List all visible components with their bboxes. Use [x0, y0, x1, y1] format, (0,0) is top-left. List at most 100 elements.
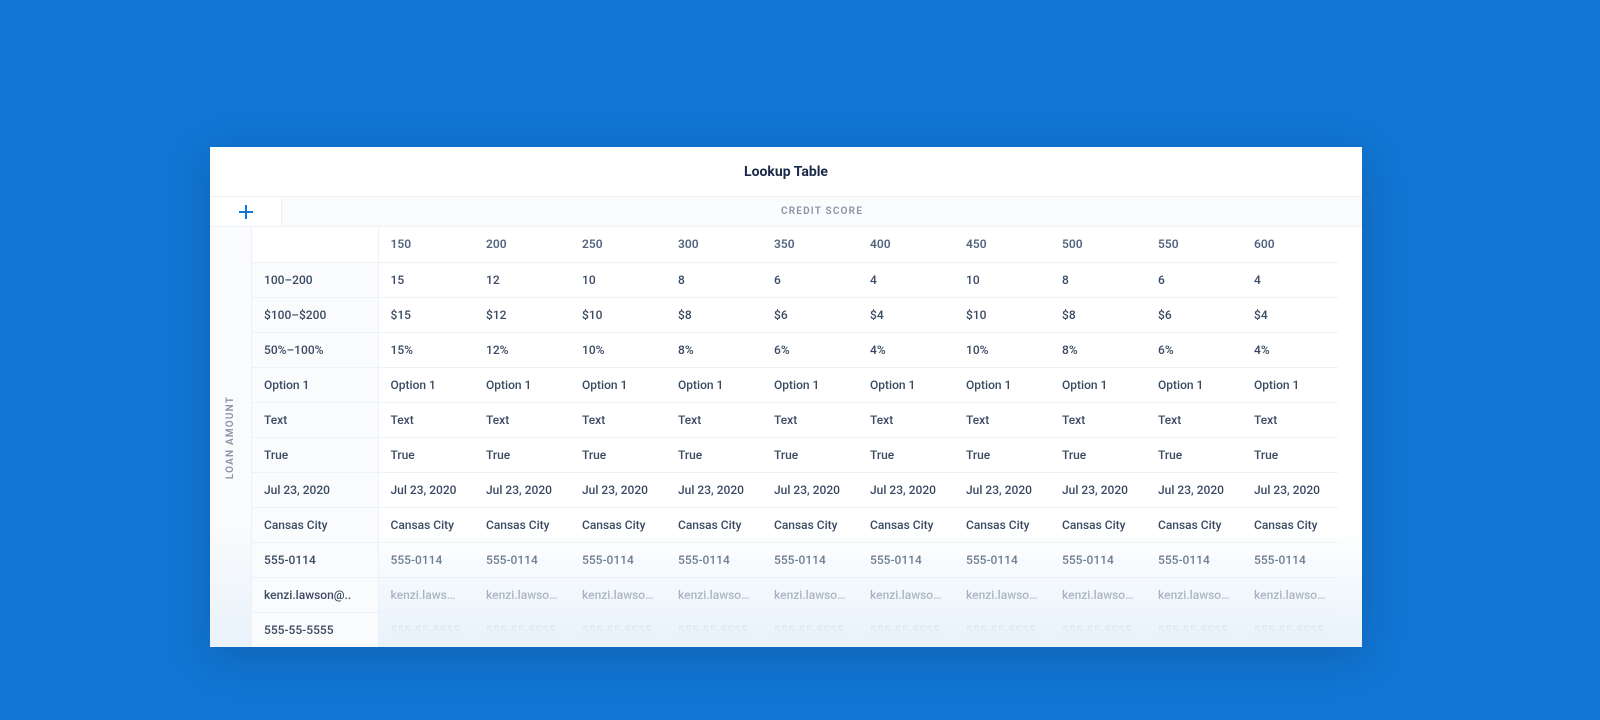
table-cell[interactable]: $10	[954, 297, 1050, 332]
table-cell[interactable]: Option 1	[1146, 367, 1242, 402]
table-cell[interactable]: 15	[378, 262, 474, 297]
table-cell[interactable]: 555-0114	[570, 542, 666, 577]
table-cell[interactable]: 8	[666, 262, 762, 297]
table-cell[interactable]: kenzi.lawson@..	[1146, 577, 1242, 612]
column-header[interactable]: 150	[378, 227, 474, 262]
table-cell[interactable]: 555-55-5555	[666, 612, 762, 647]
table-cell[interactable]: 15%	[378, 332, 474, 367]
table-cell[interactable]: 555-0114	[858, 542, 954, 577]
table-cell[interactable]: kenzi.lawson@..	[1050, 577, 1146, 612]
row-header[interactable]: 555-0114	[252, 542, 378, 577]
table-cell[interactable]: 555-55-5555	[474, 612, 570, 647]
table-cell[interactable]: $4	[858, 297, 954, 332]
table-cell[interactable]: True	[954, 437, 1050, 472]
table-cell[interactable]: Jul 23, 2020	[570, 472, 666, 507]
table-cell[interactable]: True	[474, 437, 570, 472]
table-cell[interactable]: 10%	[954, 332, 1050, 367]
table-cell[interactable]: Option 1	[858, 367, 954, 402]
table-cell[interactable]: 10%	[570, 332, 666, 367]
table-cell[interactable]: kenzi.lawson@..	[1242, 577, 1338, 612]
table-cell[interactable]: Text	[570, 402, 666, 437]
table-cell[interactable]: 10	[954, 262, 1050, 297]
table-cell[interactable]: 555-0114	[1242, 542, 1338, 577]
row-header[interactable]: Text	[252, 402, 378, 437]
table-cell[interactable]: kenzi.lawson@..	[378, 577, 474, 612]
table-cell[interactable]: kenzi.lawson@..	[954, 577, 1050, 612]
table-cell[interactable]: 8	[1050, 262, 1146, 297]
table-scroll-area[interactable]: 150200250300350400450500550600 100–20015…	[252, 227, 1362, 647]
column-header[interactable]: 500	[1050, 227, 1146, 262]
table-cell[interactable]: True	[378, 437, 474, 472]
table-cell[interactable]: Cansas City	[666, 507, 762, 542]
table-cell[interactable]: Jul 23, 2020	[378, 472, 474, 507]
table-cell[interactable]: Text	[954, 402, 1050, 437]
table-cell[interactable]: Jul 23, 2020	[666, 472, 762, 507]
table-cell[interactable]: Text	[474, 402, 570, 437]
table-cell[interactable]: Option 1	[762, 367, 858, 402]
table-cell[interactable]: 4%	[1242, 332, 1338, 367]
table-cell[interactable]: 555-0114	[666, 542, 762, 577]
table-cell[interactable]: 4	[1242, 262, 1338, 297]
table-cell[interactable]: Option 1	[1050, 367, 1146, 402]
row-header[interactable]: Jul 23, 2020	[252, 472, 378, 507]
table-cell[interactable]: 4%	[858, 332, 954, 367]
table-cell[interactable]: $12	[474, 297, 570, 332]
table-cell[interactable]: Text	[666, 402, 762, 437]
row-header[interactable]: 50%–100%	[252, 332, 378, 367]
table-cell[interactable]: 8%	[1050, 332, 1146, 367]
table-cell[interactable]: 12%	[474, 332, 570, 367]
table-cell[interactable]: Option 1	[474, 367, 570, 402]
table-cell[interactable]: 555-55-5555	[570, 612, 666, 647]
table-cell[interactable]: 555-0114	[474, 542, 570, 577]
row-header[interactable]: $100–$200	[252, 297, 378, 332]
table-cell[interactable]: Cansas City	[378, 507, 474, 542]
table-cell[interactable]: True	[858, 437, 954, 472]
table-cell[interactable]: Jul 23, 2020	[474, 472, 570, 507]
column-header[interactable]: 550	[1146, 227, 1242, 262]
table-cell[interactable]: True	[762, 437, 858, 472]
table-cell[interactable]: Cansas City	[474, 507, 570, 542]
table-cell[interactable]: kenzi.lawson@..	[570, 577, 666, 612]
table-cell[interactable]: True	[1242, 437, 1338, 472]
table-cell[interactable]: 6%	[762, 332, 858, 367]
row-header[interactable]: Cansas City	[252, 507, 378, 542]
table-cell[interactable]: True	[570, 437, 666, 472]
table-cell[interactable]: $10	[570, 297, 666, 332]
table-cell[interactable]: True	[1146, 437, 1242, 472]
table-cell[interactable]: Option 1	[378, 367, 474, 402]
table-cell[interactable]: 555-55-5555	[1050, 612, 1146, 647]
table-cell[interactable]: $6	[762, 297, 858, 332]
table-cell[interactable]: Option 1	[570, 367, 666, 402]
table-cell[interactable]: kenzi.lawson@..	[762, 577, 858, 612]
table-cell[interactable]: Cansas City	[1050, 507, 1146, 542]
table-cell[interactable]: Option 1	[954, 367, 1050, 402]
table-cell[interactable]: 10	[570, 262, 666, 297]
table-cell[interactable]: Text	[1242, 402, 1338, 437]
table-cell[interactable]: True	[666, 437, 762, 472]
column-header[interactable]: 450	[954, 227, 1050, 262]
table-cell[interactable]: kenzi.lawson@..	[666, 577, 762, 612]
table-cell[interactable]: kenzi.lawson@..	[858, 577, 954, 612]
table-cell[interactable]: Jul 23, 2020	[1050, 472, 1146, 507]
table-cell[interactable]: 4	[858, 262, 954, 297]
table-cell[interactable]: Option 1	[666, 367, 762, 402]
table-cell[interactable]: Jul 23, 2020	[762, 472, 858, 507]
table-cell[interactable]: kenzi.lawson@..	[474, 577, 570, 612]
table-cell[interactable]: Text	[1050, 402, 1146, 437]
table-cell[interactable]: 555-0114	[1146, 542, 1242, 577]
column-header[interactable]: 600	[1242, 227, 1338, 262]
table-cell[interactable]: 12	[474, 262, 570, 297]
table-cell[interactable]: $4	[1242, 297, 1338, 332]
table-cell[interactable]: 555-0114	[1050, 542, 1146, 577]
table-cell[interactable]: Cansas City	[858, 507, 954, 542]
table-cell[interactable]: 555-55-5555	[762, 612, 858, 647]
table-cell[interactable]: 555-0114	[378, 542, 474, 577]
column-header[interactable]: 200	[474, 227, 570, 262]
table-cell[interactable]: Jul 23, 2020	[954, 472, 1050, 507]
table-cell[interactable]: Text	[378, 402, 474, 437]
add-button[interactable]	[210, 197, 282, 227]
table-cell[interactable]: Cansas City	[1242, 507, 1338, 542]
table-cell[interactable]: $8	[1050, 297, 1146, 332]
table-cell[interactable]: 555-0114	[954, 542, 1050, 577]
table-cell[interactable]: Cansas City	[1146, 507, 1242, 542]
